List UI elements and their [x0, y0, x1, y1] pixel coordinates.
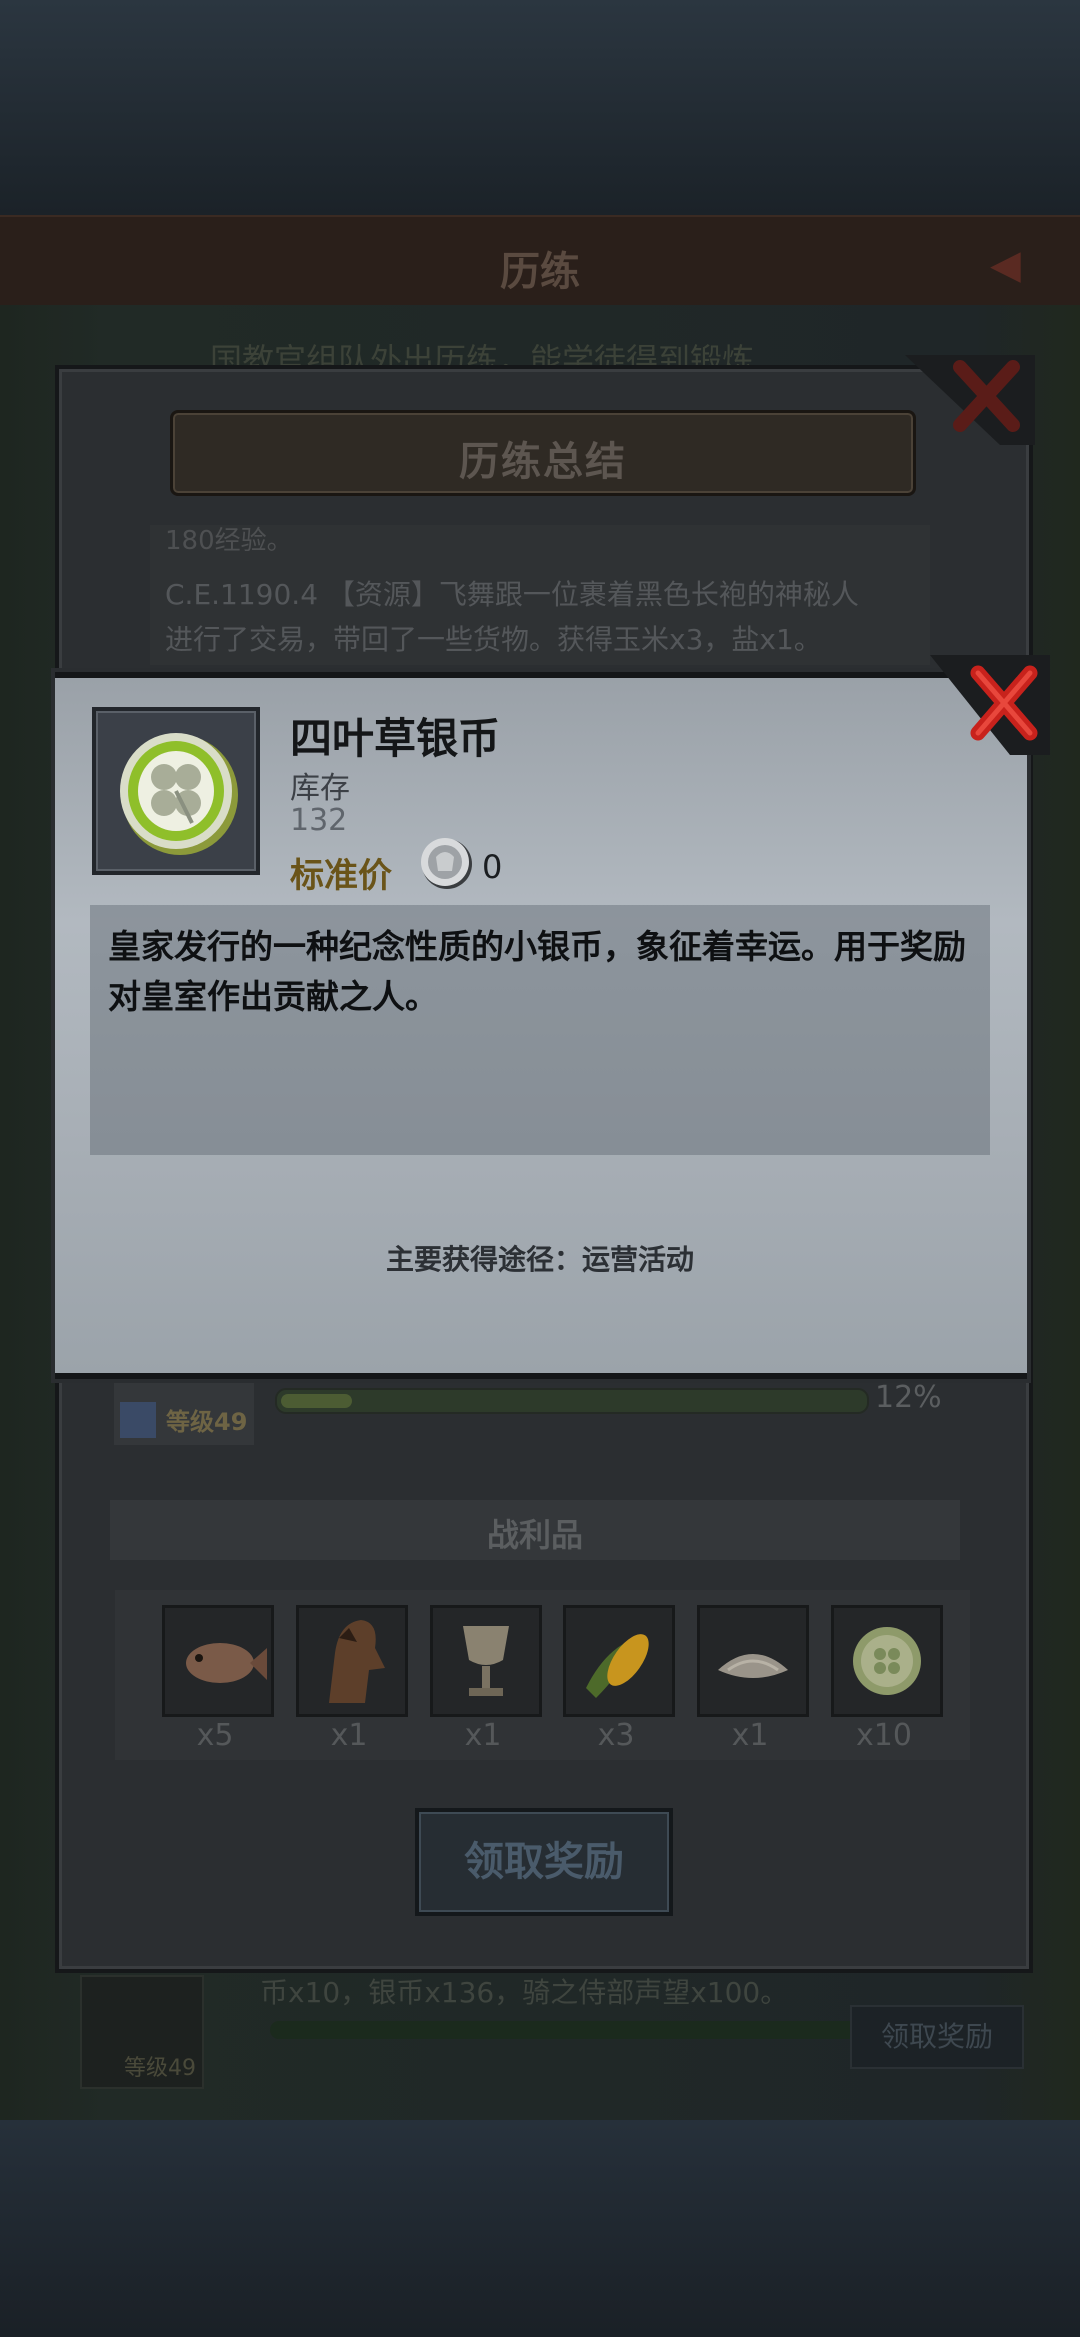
exp-bar-fill [281, 1394, 352, 1408]
screen-title: 历练 [500, 249, 580, 295]
log-text: 180经验。 [165, 526, 293, 556]
hero-row: 等级49 12% [110, 1370, 970, 1445]
horse-icon[interactable] [296, 1605, 408, 1717]
loot-header: 战利品 [110, 1500, 960, 1560]
bottom-backdrop [0, 2120, 1080, 2337]
clover-coin-icon[interactable] [831, 1605, 943, 1717]
loot-count: x3 [597, 1718, 635, 1753]
log-line: 进行了交易，带回了一些货物。获得玉米x3，盐x1。 [165, 623, 822, 656]
loot-count: x1 [464, 1718, 502, 1753]
exp-percent: 12% [875, 1380, 942, 1415]
loot-count: x1 [330, 1718, 368, 1753]
corn-icon[interactable] [563, 1605, 675, 1717]
fish-icon[interactable] [162, 1605, 274, 1717]
clover-coin-icon [120, 733, 238, 855]
price-label: 标准价 [290, 856, 392, 896]
loot-count: x10 [856, 1718, 912, 1753]
item-name: 四叶草银币 [290, 714, 501, 763]
item-description: 皇家发行的一种纪念性质的小银币，象征着幸运。用于奖励对皇室作出贡献之人。 [108, 927, 966, 1016]
background-claim-button[interactable]: 领取奖励 [850, 2005, 1024, 2069]
top-backdrop [0, 0, 1080, 215]
item-icon-frame [92, 707, 260, 875]
summary-title: 历练总结 [459, 439, 627, 485]
background-level: 等级49 [124, 2056, 196, 2081]
loot-title: 战利品 [486, 1516, 583, 1554]
sword-icon [120, 1402, 156, 1438]
stock-value: 132 [290, 803, 348, 838]
close-icon[interactable] [930, 655, 1050, 755]
screen-header: 历练 ◀ [0, 215, 1080, 309]
price-value: 0 [482, 848, 503, 886]
salt-icon[interactable] [697, 1605, 809, 1717]
silver-coin-icon [421, 838, 472, 889]
summary-title-bar: 历练总结 [170, 410, 916, 496]
back-arrow-icon[interactable]: ◀ [990, 242, 1060, 288]
claim-reward-button[interactable]: 领取奖励 [415, 1808, 673, 1916]
background-row-text: 币x10，银币x136，骑之侍部声望x100。 [260, 1976, 789, 2009]
exp-bar [275, 1388, 869, 1414]
loot-count: x5 [196, 1718, 234, 1753]
background-row: 等级49 币x10，银币x136，骑之侍部声望x100。 领取奖励 [80, 1975, 1030, 2095]
background-progress-bar [270, 2021, 900, 2039]
item-source: 主要获得途径：运营活动 [385, 1243, 694, 1276]
hero-level: 等级49 [166, 1408, 248, 1436]
log-line: C.E.1190.4 【资源】飞舞跟一位裹着黑色长袍的神秘人 [165, 578, 859, 611]
summary-close-icon[interactable] [905, 355, 1035, 445]
goblet-icon[interactable] [430, 1605, 542, 1717]
loot-count: x1 [731, 1718, 769, 1753]
stock-label: 库存 [290, 771, 350, 806]
